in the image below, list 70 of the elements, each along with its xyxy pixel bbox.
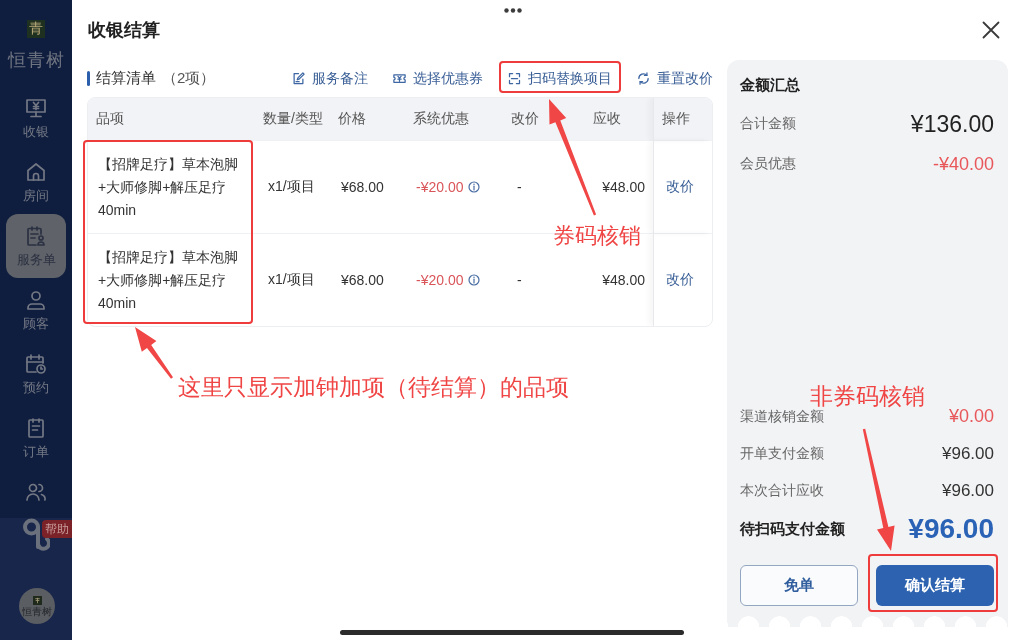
table-cell: x1/项目 <box>268 178 315 196</box>
table-cell: ¥48.00 <box>602 272 645 288</box>
summary-value: -¥40.00 <box>932 153 994 175</box>
column-header: 价格 <box>338 110 366 128</box>
clipboard-person-icon <box>24 224 48 248</box>
toolbar-button[interactable]: 服务备注 <box>291 68 368 88</box>
column-header: 系统优惠 <box>413 110 469 128</box>
annotation-text: 这里只显示加钟加项（待结算）的品项 <box>178 375 569 401</box>
person-icon <box>24 288 48 312</box>
summary-value: ¥96.00 <box>942 443 994 464</box>
toolbar-button[interactable]: 扫码替换项目 <box>507 68 612 88</box>
help-badge[interactable]: 帮助 <box>42 520 72 538</box>
more-icon[interactable] <box>504 8 522 13</box>
logo-icon <box>32 595 42 605</box>
logo-mark: 青 <box>27 20 45 38</box>
table-cell: - <box>517 272 522 288</box>
toolbar-button[interactable]: 重置改价 <box>636 68 713 88</box>
annotation-text: 券码核销 <box>553 223 641 249</box>
nav-item[interactable]: 顾客 <box>6 278 66 342</box>
toolbar-button[interactable]: 选择优惠券 <box>392 68 483 88</box>
due-amount: ¥96.00 <box>908 513 994 545</box>
column-header: 操作 <box>662 110 690 128</box>
note-edit-icon <box>291 70 306 86</box>
refresh-icon <box>636 70 651 86</box>
column-header: 品项 <box>96 110 124 128</box>
summary-title: 金额汇总 <box>740 75 801 95</box>
brand-name: 恒青树 <box>7 49 65 71</box>
summary-label: 会员优惠 <box>740 155 796 173</box>
table-cell: ¥68.00 <box>341 272 384 288</box>
annotation-arrow <box>135 327 173 379</box>
item-name: 【招牌足疗】草本泡脚+大师修脚+解压足疗40min <box>98 247 239 313</box>
discount-amount: -¥20.00 <box>416 272 464 288</box>
column-header: 改价 <box>511 110 539 128</box>
annotation-text: 非券码核销 <box>810 383 925 409</box>
table-cell: ¥68.00 <box>341 179 384 195</box>
dialog-title: 收银结算 <box>87 19 160 42</box>
nav-item[interactable]: 房间 <box>6 150 66 214</box>
edit-price-link[interactable]: 改价 <box>666 178 694 196</box>
info-icon[interactable] <box>468 274 481 286</box>
edit-price-link[interactable]: 改价 <box>666 271 694 289</box>
nav-item[interactable]: 预约 <box>6 342 66 406</box>
due-label: 待扫码支付金额 <box>740 519 845 539</box>
nav-item[interactable]: 收银 <box>6 86 66 150</box>
summary-label: 本次合计应收 <box>740 481 824 500</box>
info-icon[interactable] <box>468 181 481 193</box>
summary-label: 渠道核销金额 <box>740 407 824 426</box>
house-icon <box>24 160 48 184</box>
table-cell: - <box>517 179 522 195</box>
summary-value: ¥96.00 <box>942 480 994 501</box>
confirm-button[interactable]: 确认结算 <box>876 565 994 606</box>
nav-item[interactable]: 订单 <box>6 406 66 470</box>
section-title: 结算清单 <box>96 68 156 88</box>
close-icon <box>982 21 1000 39</box>
discount-amount: -¥20.00 <box>416 179 464 195</box>
calendar-clock-icon <box>24 352 48 376</box>
table-cell: x1/项目 <box>268 271 315 289</box>
table-cell: ¥48.00 <box>602 179 645 195</box>
summary-label: 合计金额 <box>740 115 796 133</box>
column-header: 应收 <box>593 110 621 128</box>
accent-bar-icon <box>87 70 90 86</box>
item-name: 【招牌足疗】草本泡脚+大师修脚+解压足疗40min <box>98 154 239 220</box>
scan-icon <box>507 70 522 86</box>
close-button[interactable] <box>982 21 1000 39</box>
waive-button[interactable]: 免单 <box>740 565 858 606</box>
monitor-icon <box>24 96 48 120</box>
item-count: （2项） <box>162 68 216 88</box>
column-header: 数量/类型 <box>263 110 323 128</box>
summary-value: ¥136.00 <box>910 110 994 138</box>
summary-value: ¥0.00 <box>948 406 994 427</box>
summary-label: 开单支付金额 <box>740 444 824 463</box>
